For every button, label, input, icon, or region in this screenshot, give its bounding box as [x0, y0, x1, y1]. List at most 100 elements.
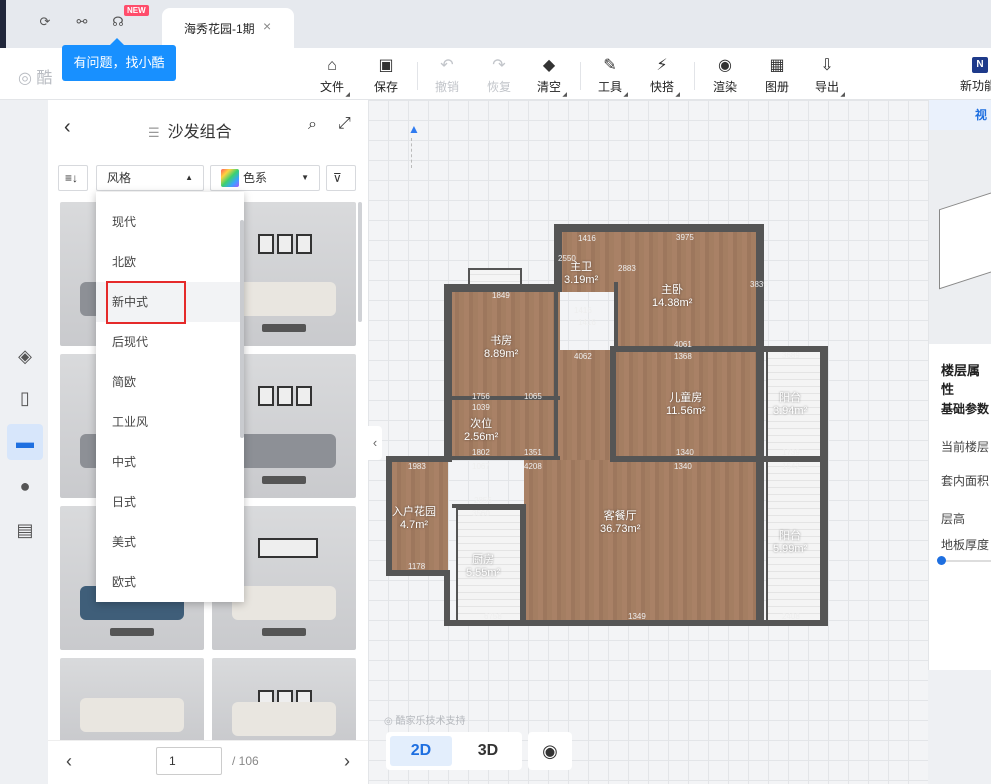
tab-close-icon[interactable]: ×	[263, 18, 271, 34]
room-corridor	[558, 350, 612, 460]
room-label: 书房 8.89m²	[484, 335, 519, 360]
toolbar-save-button[interactable]: ▣ 保存	[366, 56, 406, 95]
room-label: 阳台 3.94m²	[773, 392, 808, 417]
file-icon: ⌂	[327, 57, 337, 74]
tab-title: 海秀花园-1期	[184, 22, 255, 36]
door-icon[interactable]: ▯	[7, 380, 43, 416]
floor-icon[interactable]: ◈	[7, 338, 43, 374]
toolbar-redo-button[interactable]: ↷ 恢复	[479, 56, 519, 95]
floor-props-heading: 楼层属性	[941, 363, 981, 397]
new-feature-button[interactable]: N 新功能	[960, 56, 991, 94]
sofa-icon[interactable]: ▬	[7, 424, 43, 460]
refresh-icon[interactable]: ⟳	[37, 14, 53, 30]
room-label: 阳台 5.99m²	[773, 530, 808, 555]
style-dropdown: 现代 北欧 新中式 后现代 简欧 工业风 中式 日式 美式 欧式	[96, 192, 244, 602]
style-option[interactable]: 后现代	[96, 322, 244, 362]
floor-plan: 主卫 3.19m² 主卧 14.38m² 书房 8.89m² 儿童房 11.56m² 阳…	[368, 100, 928, 784]
room-label: 客餐厅 36.73m²	[600, 510, 641, 535]
toolbar-export-button[interactable]: ⇩ 导出 ◢	[807, 56, 847, 98]
view-mode-switch: 2D 3D	[386, 732, 522, 770]
slab-thickness-label: 地板厚度	[941, 538, 990, 552]
view-2d-button[interactable]: 2D	[390, 736, 452, 766]
new-badge: NEW	[124, 5, 149, 16]
color-swatch-icon	[221, 168, 239, 187]
search-icon[interactable]: ⌕	[308, 116, 317, 134]
caret-up-icon: ▲	[185, 173, 193, 182]
room-label: 主卫 3.19m²	[564, 261, 599, 286]
view-header[interactable]: 视图	[929, 100, 991, 152]
toolbar-album-button[interactable]: ▦ 图册	[757, 56, 797, 95]
room-label: 厨房 5.55m²	[466, 554, 501, 579]
3d-preview[interactable]	[929, 130, 991, 344]
product-card[interactable]	[60, 658, 204, 742]
toolbar-file-button[interactable]: ⌂ 文件 ◢	[312, 56, 352, 98]
room-label: 次位 2.56m²	[464, 418, 499, 443]
back-icon[interactable]: ‹	[64, 116, 71, 139]
cabinet-icon[interactable]: ▤	[7, 512, 43, 548]
collapse-panel-icon[interactable]: ‹	[368, 426, 382, 460]
toolbar-clear-button[interactable]: ◆ 清空 ◢	[529, 56, 569, 98]
redo-icon: ↷	[492, 57, 506, 74]
dropdown-scrollbar[interactable]	[240, 220, 244, 438]
toolbar-quickbuild-button[interactable]: ⚡ 快搭 ◢	[642, 56, 682, 98]
tab-project[interactable]: 海秀花园-1期 ×	[162, 8, 294, 48]
catalog-title: ☰ 沙发组合	[148, 124, 232, 141]
caret-down-icon: ▼	[301, 173, 309, 182]
eraser-icon: ◆	[542, 57, 556, 74]
album-icon: ▦	[769, 57, 785, 74]
tech-support-credit: ◎ 酷家乐技术支持	[384, 716, 466, 727]
link-icon[interactable]: ⚯	[74, 14, 90, 30]
save-icon: ▣	[378, 57, 394, 74]
prev-page-icon[interactable]: ‹	[66, 751, 72, 772]
sort-button[interactable]: ≡↓	[58, 165, 88, 191]
page-input[interactable]	[156, 747, 222, 775]
headset-icon[interactable]: ☊	[110, 14, 126, 30]
wrench-icon: ✎	[603, 57, 617, 74]
style-option[interactable]: 美式	[96, 522, 244, 562]
properties-panel: 视图 楼层属性 基础参数 当前楼层 套内面积 层高 地板厚度	[928, 100, 991, 670]
current-floor-label: 当前楼层	[941, 440, 990, 454]
pagination: ‹ / 106 ›	[48, 740, 368, 784]
room-label: 儿童房 11.56m²	[666, 392, 706, 417]
catalog-scrollbar[interactable]	[358, 202, 362, 322]
product-card[interactable]	[212, 658, 356, 742]
style-option[interactable]: 日式	[96, 482, 244, 522]
toolbar-undo-button[interactable]: ↶ 撤销	[427, 56, 467, 95]
room-living[interactable]	[524, 458, 758, 622]
design-canvas[interactable]: ▲ 主卫 3.19m² 主卧 14.38m² 书房 8.89m² 儿童房 11.…	[368, 100, 928, 784]
render-icon: ◉	[718, 57, 732, 74]
floor-height-label: 层高	[941, 512, 966, 526]
highlight-box	[106, 281, 186, 324]
export-icon: ⇩	[820, 57, 834, 74]
color-filter[interactable]: 色系 ▼	[210, 165, 320, 191]
page-total: / 106	[232, 754, 259, 768]
tab-strip: ⟳ ⚯ ☊ NEW 海秀花园-1期 ×	[0, 0, 991, 48]
room-label: 入户花园 4.7m²	[392, 506, 436, 531]
filter-button[interactable]: ⊽	[326, 165, 356, 191]
new-feature-icon: N	[972, 57, 988, 73]
thickness-slider-handle[interactable]	[937, 556, 946, 565]
undo-icon: ↶	[440, 57, 454, 74]
thickness-slider-track[interactable]	[941, 560, 991, 562]
toolbar-render-button[interactable]: ◉ 渲染	[705, 56, 745, 95]
room-label: 主卧 14.38m²	[652, 284, 693, 309]
view-3d-button[interactable]: 3D	[458, 736, 518, 766]
style-option[interactable]: 简欧	[96, 362, 244, 402]
lightning-icon: ⚡	[656, 57, 668, 74]
help-tooltip: 有问题，找小酷	[62, 38, 176, 81]
style-option[interactable]: 中式	[96, 442, 244, 482]
filter-icon: ⊽	[333, 171, 342, 185]
person-icon[interactable]: ●	[7, 468, 43, 504]
style-option[interactable]: 北欧	[96, 242, 244, 282]
style-option[interactable]: 现代	[96, 202, 244, 242]
style-option[interactable]: 欧式	[96, 562, 244, 602]
expand-icon[interactable]: ⤢	[338, 115, 351, 133]
next-page-icon[interactable]: ›	[344, 751, 350, 772]
list-icon: ☰	[148, 125, 160, 140]
left-edge	[0, 0, 6, 48]
style-option[interactable]: 工业风	[96, 402, 244, 442]
sort-icon: ≡↓	[65, 171, 79, 185]
toolbar-tools-button[interactable]: ✎ 工具 ◢	[590, 56, 630, 98]
eye-icon[interactable]: ◉	[528, 732, 572, 770]
style-filter[interactable]: 风格 ▲	[96, 165, 204, 191]
